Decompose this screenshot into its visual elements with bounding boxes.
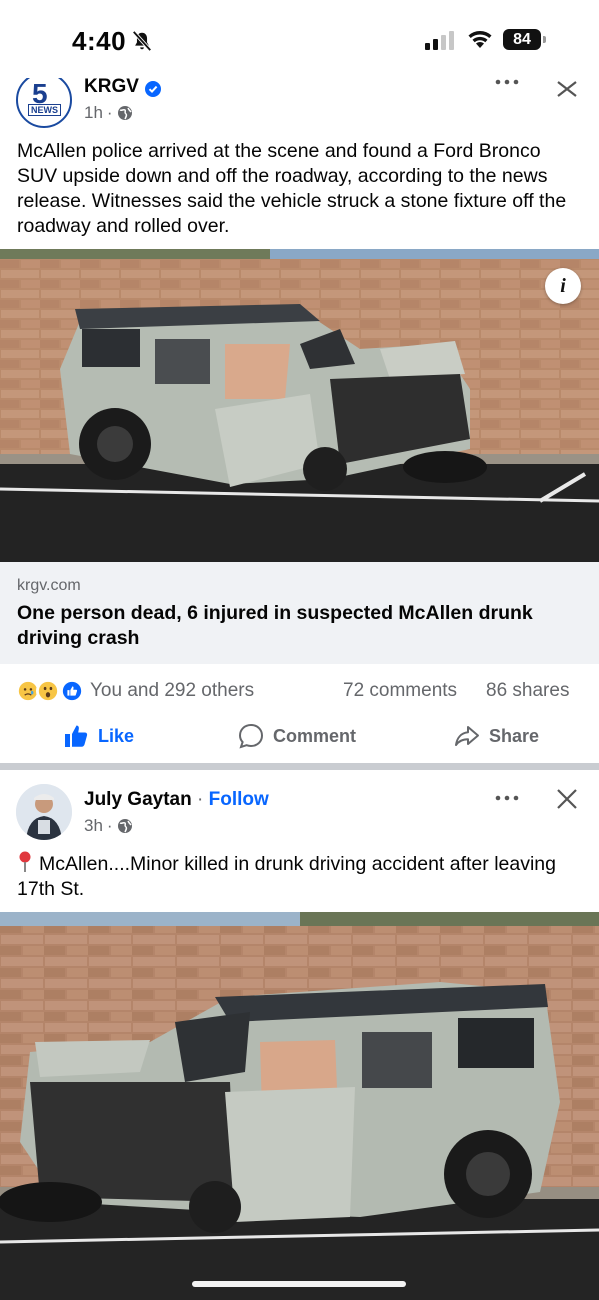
page-name[interactable]: KRGV — [84, 76, 139, 98]
post-time[interactable]: 3h — [84, 816, 103, 836]
globe-icon — [117, 106, 132, 120]
post-text: McAllen police arrived at the scene and … — [17, 140, 567, 237]
feed-divider — [0, 763, 599, 770]
battery-level: 84 — [503, 29, 541, 50]
post-meta: 1h · — [84, 103, 133, 123]
battery-tip — [543, 36, 546, 43]
pin-icon — [19, 851, 31, 872]
crash-photo-illustration — [0, 912, 599, 1300]
share-label: Share — [489, 725, 540, 746]
page-avatar[interactable]: 5 NEWS — [16, 78, 72, 128]
more-options-icon[interactable] — [492, 76, 522, 92]
globe-icon — [117, 819, 132, 833]
shares-count[interactable]: 86 shares — [486, 680, 569, 702]
status-time: 4:40 — [72, 26, 127, 56]
comments-count[interactable]: 72 comments — [343, 680, 457, 702]
user-avatar[interactable] — [16, 784, 72, 840]
like-label: Like — [98, 725, 135, 746]
follow-button[interactable]: Follow — [209, 789, 269, 810]
meta-separator: · — [106, 816, 113, 835]
like-reaction-icon — [60, 679, 84, 703]
cellular-signal-icon — [425, 31, 454, 50]
like-button[interactable]: Like — [62, 722, 134, 750]
share-button[interactable]: Share — [453, 722, 539, 750]
verified-badge-icon — [145, 81, 161, 97]
wifi-icon — [468, 31, 492, 48]
reactions-summary[interactable]: You and 292 others — [90, 680, 254, 702]
comment-bubble-icon — [238, 723, 264, 749]
meta-separator: · — [106, 103, 113, 122]
name-separator: · — [197, 789, 204, 810]
reaction-icons[interactable] — [16, 679, 86, 703]
avatar-logo-subtext: NEWS — [28, 104, 61, 116]
post-image[interactable] — [0, 912, 599, 1300]
comment-label: Comment — [273, 725, 357, 746]
crash-photo-illustration — [0, 249, 599, 562]
user-name-row: July Gaytan · Follow — [84, 789, 269, 811]
home-indicator[interactable] — [192, 1281, 406, 1287]
close-icon[interactable] — [555, 78, 579, 98]
info-button[interactable]: i — [545, 268, 581, 304]
post-time[interactable]: 1h — [84, 103, 103, 123]
post-image[interactable]: i — [0, 249, 599, 562]
bell-off-icon — [132, 30, 152, 52]
user-name[interactable]: July Gaytan — [84, 789, 192, 810]
more-options-icon[interactable] — [492, 790, 522, 806]
battery-indicator: 84 — [503, 29, 547, 50]
user-avatar-image — [16, 784, 72, 840]
share-arrow-icon — [455, 726, 479, 746]
post-text-body: McAllen....Minor killed in drunk driving… — [17, 853, 556, 900]
comment-button[interactable]: Comment — [237, 722, 356, 750]
status-bar: 4:40 84 — [0, 0, 599, 80]
post-actions: Like Comment Share — [0, 712, 599, 758]
post-meta: 3h · — [84, 816, 133, 836]
link-title[interactable]: One person dead, 6 injured in suspected … — [17, 601, 587, 651]
post-text: McAllen....Minor killed in drunk driving… — [17, 851, 582, 902]
thumbs-up-icon — [65, 725, 88, 747]
wow-reaction-icon — [36, 679, 60, 703]
close-icon[interactable] — [556, 788, 578, 810]
link-domain[interactable]: krgv.com — [17, 577, 81, 595]
